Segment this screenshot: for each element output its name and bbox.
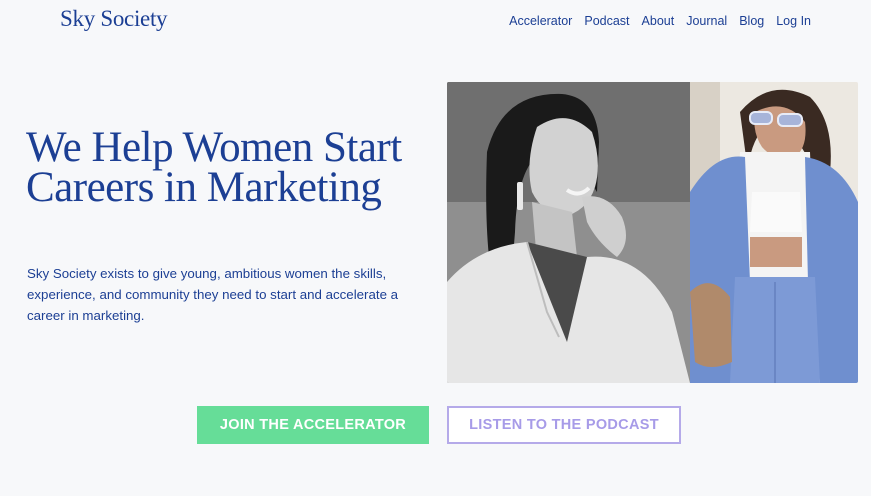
blue-suit-illustration: [690, 82, 858, 383]
hero-image-blue-suit: [690, 82, 858, 383]
join-accelerator-button[interactable]: JOIN THE ACCELERATOR: [197, 406, 429, 444]
nav-item-blog[interactable]: Blog: [739, 14, 764, 28]
portrait-illustration: [447, 82, 690, 383]
logo[interactable]: Sky Society: [60, 6, 168, 32]
listen-podcast-button[interactable]: LISTEN TO THE PODCAST: [447, 406, 681, 444]
nav-item-log-in[interactable]: Log In: [776, 14, 811, 28]
main-nav: Accelerator Podcast About Journal Blog L…: [509, 14, 811, 28]
hero-image-portrait: [447, 82, 690, 383]
nav-item-about[interactable]: About: [642, 14, 675, 28]
nav-item-accelerator[interactable]: Accelerator: [509, 14, 572, 28]
hero-headline: We Help Women Start Careers in Marketing: [26, 124, 402, 211]
nav-item-journal[interactable]: Journal: [686, 14, 727, 28]
landing-page: Sky Society Accelerator Podcast About Jo…: [0, 0, 871, 496]
nav-item-podcast[interactable]: Podcast: [584, 14, 629, 28]
hero-description: Sky Society exists to give young, ambiti…: [27, 266, 399, 323]
